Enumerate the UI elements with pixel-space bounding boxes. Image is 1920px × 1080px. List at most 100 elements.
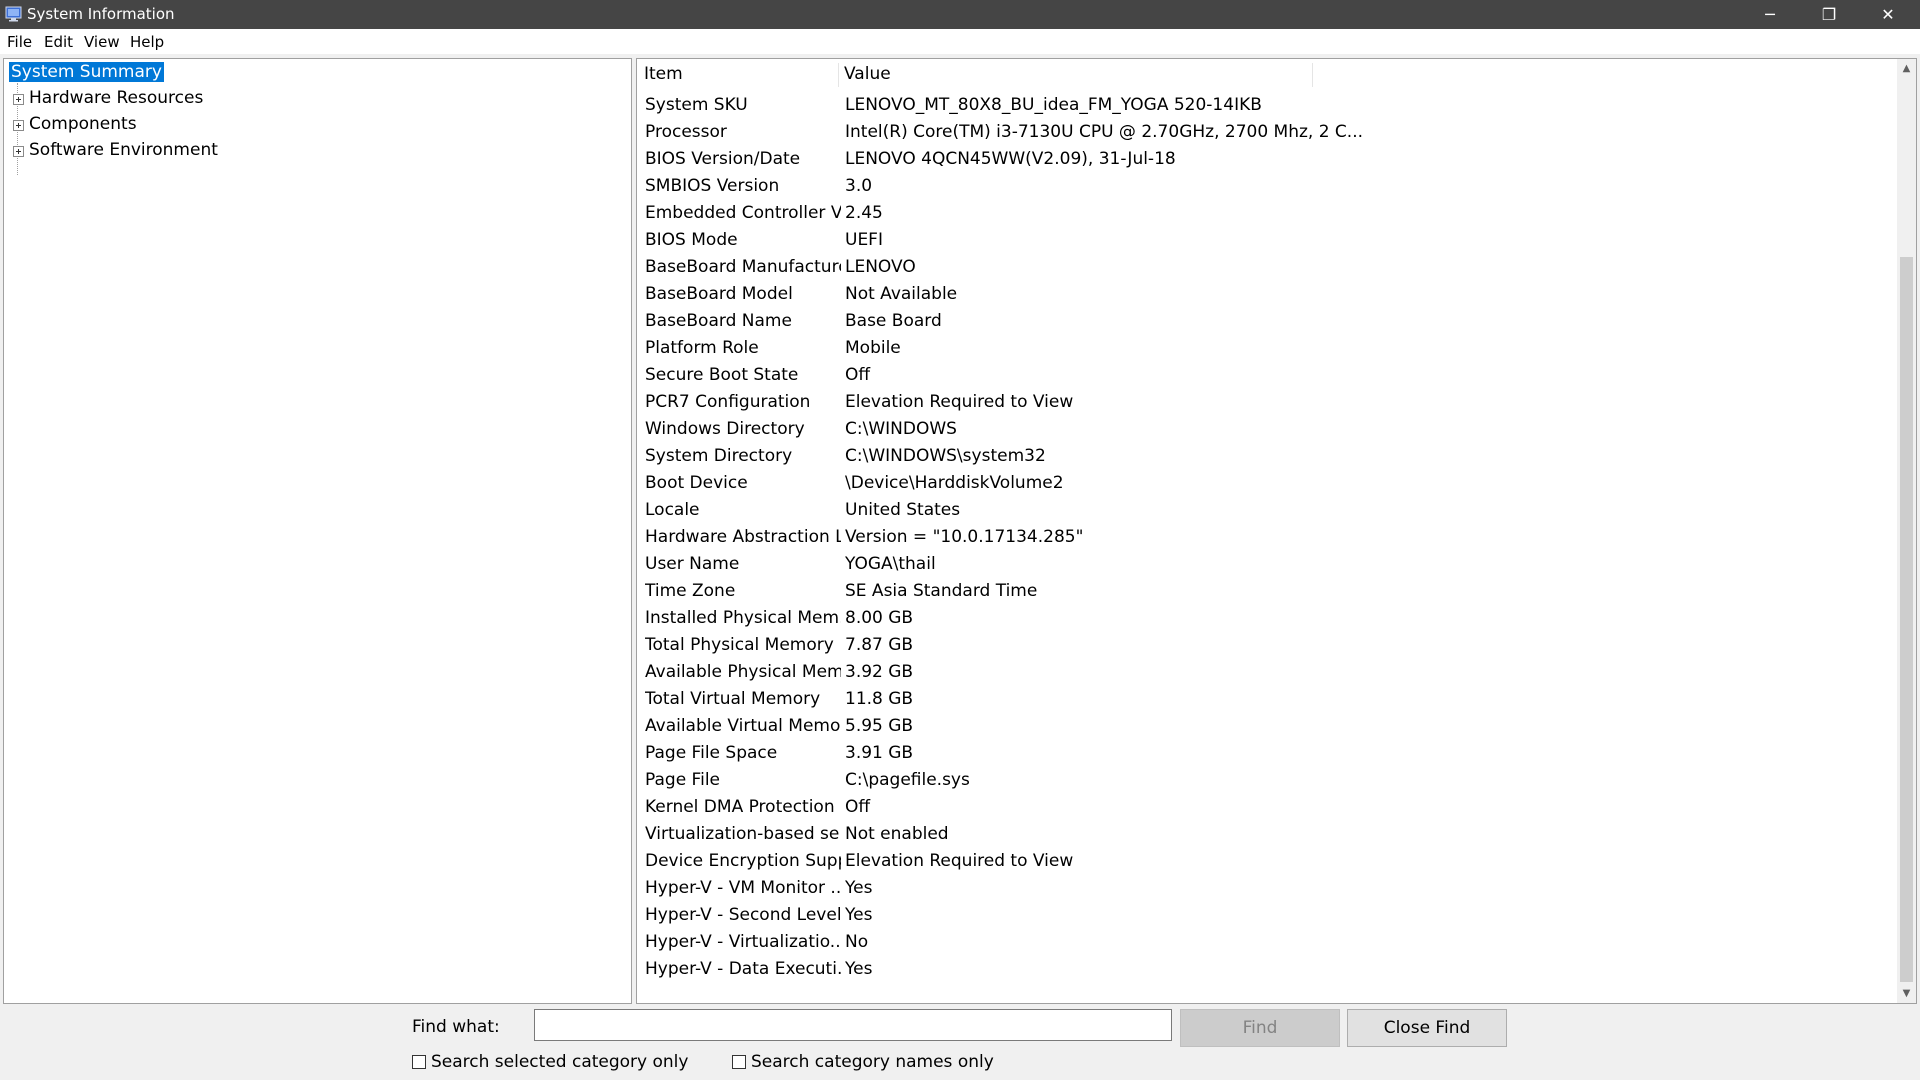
table-row[interactable]: Hyper-V - VM Monitor ... Yes: [637, 875, 1877, 902]
row-value-cell: Intel(R) Core(TM) i3-7130U CPU @ 2.70GHz…: [845, 122, 1364, 142]
row-value-cell: 3.0: [845, 176, 873, 196]
table-row[interactable]: Page File C:\pagefile.sys: [637, 767, 1877, 794]
row-item-cell: Time Zone: [645, 581, 736, 601]
table-row[interactable]: Hyper-V - Data Executi... Yes: [637, 956, 1877, 983]
table-row[interactable]: Locale United States: [637, 497, 1877, 524]
table-row[interactable]: BIOS Version/Date LENOVO 4QCN45WW(V2.09),…: [637, 146, 1877, 173]
system-information-window: System Information ─ ❐ ✕ File Edit View …: [0, 0, 1920, 1080]
menu-view[interactable]: View: [84, 33, 120, 51]
table-row[interactable]: Installed Physical Mem... 8.00 GB: [637, 605, 1877, 632]
row-item-cell: PCR7 Configuration: [645, 392, 811, 412]
tree-item-system-summary[interactable]: System Summary: [9, 61, 164, 84]
tree-item-software-environment[interactable]: Software Environment: [29, 139, 218, 162]
row-value-cell: LENOVO: [845, 257, 916, 277]
row-value-cell: C:\pagefile.sys: [845, 770, 970, 790]
row-item-cell: System SKU: [645, 95, 748, 115]
table-row[interactable]: Total Physical Memory 7.87 GB: [637, 632, 1877, 659]
tree-item-hardware-resources[interactable]: Hardware Resources: [29, 87, 203, 110]
tree-item-components[interactable]: Components: [29, 113, 137, 136]
row-item-cell: Locale: [645, 500, 700, 520]
close-button[interactable]: ✕: [1859, 0, 1917, 29]
expand-icon[interactable]: [13, 146, 24, 157]
table-row[interactable]: BIOS Mode UEFI: [637, 227, 1877, 254]
table-row[interactable]: Available Physical Mem 3.92 GB: [637, 659, 1877, 686]
row-item-cell: Total Virtual Memory: [645, 689, 821, 709]
tree-item-label: Hardware Resources: [29, 88, 204, 108]
expand-icon[interactable]: [13, 94, 24, 105]
table-row[interactable]: PCR7 Configuration Elevation Required to …: [637, 389, 1877, 416]
tree-item-label: Components: [29, 114, 137, 134]
row-value-cell: LENOVO_MT_80X8_BU_idea_FM_YOGA 520-14IKB: [845, 95, 1262, 115]
table-row[interactable]: SMBIOS Version 3.0: [637, 173, 1877, 200]
tree-item-label: System Summary: [9, 62, 164, 82]
row-item-cell: Virtualization-based se...: [645, 824, 841, 844]
table-row[interactable]: Device Encryption Supp Elevation Required…: [637, 848, 1877, 875]
column-separator[interactable]: [838, 63, 839, 87]
scroll-up-arrow-icon[interactable]: ▲: [1897, 59, 1916, 78]
scroll-down-arrow-icon[interactable]: ▼: [1897, 984, 1916, 1003]
table-row[interactable]: Windows Directory C:\WINDOWS: [637, 416, 1877, 443]
table-row[interactable]: Hardware Abstraction L... Version = "10.0…: [637, 524, 1877, 551]
row-value-cell: 11.8 GB: [845, 689, 914, 709]
close-find-button[interactable]: Close Find: [1347, 1009, 1507, 1047]
table-row[interactable]: Platform Role Mobile: [637, 335, 1877, 362]
row-value-cell: LENOVO 4QCN45WW(V2.09), 31-Jul-18: [845, 149, 1176, 169]
title-bar: System Information ─ ❐ ✕: [0, 0, 1920, 29]
table-row[interactable]: BaseBoard Name Base Board: [637, 308, 1877, 335]
table-row[interactable]: Boot Device \Device\HarddiskVolume2: [637, 470, 1877, 497]
search-category-names-checkbox[interactable]: [732, 1055, 746, 1069]
table-row[interactable]: User Name YOGA\thail: [637, 551, 1877, 578]
maximize-button[interactable]: ❐: [1800, 0, 1858, 29]
row-item-cell: BaseBoard Manufacturer: [645, 257, 841, 277]
tree-item-label: Software Environment: [29, 140, 218, 160]
row-item-cell: Total Physical Memory: [645, 635, 834, 655]
row-value-cell: Off: [845, 797, 871, 817]
table-row[interactable]: Hyper-V - Second Level... Yes: [637, 902, 1877, 929]
row-item-cell: Hyper-V - VM Monitor ...: [645, 878, 841, 898]
table-row[interactable]: Secure Boot State Off: [637, 362, 1877, 389]
row-item-cell: Processor: [645, 122, 727, 142]
row-value-cell: Yes: [845, 905, 873, 925]
menu-edit[interactable]: Edit: [44, 33, 73, 51]
column-separator[interactable]: [1312, 63, 1313, 87]
find-input[interactable]: [534, 1009, 1172, 1041]
search-selected-category-checkbox[interactable]: [412, 1055, 426, 1069]
row-item-cell: Page File Space: [645, 743, 778, 763]
vertical-scrollbar[interactable]: ▲ ▼: [1897, 59, 1916, 1003]
row-item-cell: BaseBoard Model: [645, 284, 793, 304]
window-title: System Information: [27, 5, 175, 23]
minimize-button[interactable]: ─: [1741, 0, 1799, 29]
table-row[interactable]: Available Virtual Memory 5.95 GB: [637, 713, 1877, 740]
scroll-thumb[interactable]: [1900, 257, 1913, 982]
row-value-cell: 8.00 GB: [845, 608, 914, 628]
table-row[interactable]: Hyper-V - Virtualizatio... No: [637, 929, 1877, 956]
row-item-cell: Installed Physical Mem...: [645, 608, 841, 628]
table-row[interactable]: Total Virtual Memory 11.8 GB: [637, 686, 1877, 713]
table-row[interactable]: Page File Space 3.91 GB: [637, 740, 1877, 767]
table-row[interactable]: System SKU LENOVO_MT_80X8_BU_idea_FM_YOGA…: [637, 92, 1877, 119]
table-row[interactable]: Kernel DMA Protection Off: [637, 794, 1877, 821]
table-row[interactable]: Virtualization-based se... Not enabled: [637, 821, 1877, 848]
table-row[interactable]: Processor Intel(R) Core(TM) i3-7130U CPU …: [637, 119, 1877, 146]
column-header-item[interactable]: Item: [644, 59, 834, 90]
menu-help[interactable]: Help: [130, 33, 164, 51]
row-item-cell: Device Encryption Supp: [645, 851, 841, 871]
menu-file[interactable]: File: [7, 33, 32, 51]
search-selected-category-label[interactable]: Search selected category only: [431, 1051, 688, 1073]
table-row[interactable]: BaseBoard Manufacturer LENOVO: [637, 254, 1877, 281]
row-value-cell: Not enabled: [845, 824, 949, 844]
find-button[interactable]: Find: [1180, 1009, 1340, 1047]
table-row[interactable]: BaseBoard Model Not Available: [637, 281, 1877, 308]
row-value-cell: \Device\HarddiskVolume2: [845, 473, 1064, 493]
details-list: Item Value System SKU LENOVO_MT_80X8_BU_i…: [636, 58, 1917, 1004]
table-row[interactable]: System Directory C:\WINDOWS\system32: [637, 443, 1877, 470]
row-item-cell: Embedded Controller V...: [645, 203, 841, 223]
system-info-icon: [5, 6, 22, 22]
table-row[interactable]: Time Zone SE Asia Standard Time: [637, 578, 1877, 605]
search-category-names-label[interactable]: Search category names only: [751, 1051, 994, 1073]
column-header-value[interactable]: Value: [844, 59, 1344, 90]
row-item-cell: Hyper-V - Data Executi...: [645, 959, 841, 979]
row-value-cell: 3.92 GB: [845, 662, 914, 682]
expand-icon[interactable]: [13, 120, 24, 131]
table-row[interactable]: Embedded Controller V... 2.45: [637, 200, 1877, 227]
